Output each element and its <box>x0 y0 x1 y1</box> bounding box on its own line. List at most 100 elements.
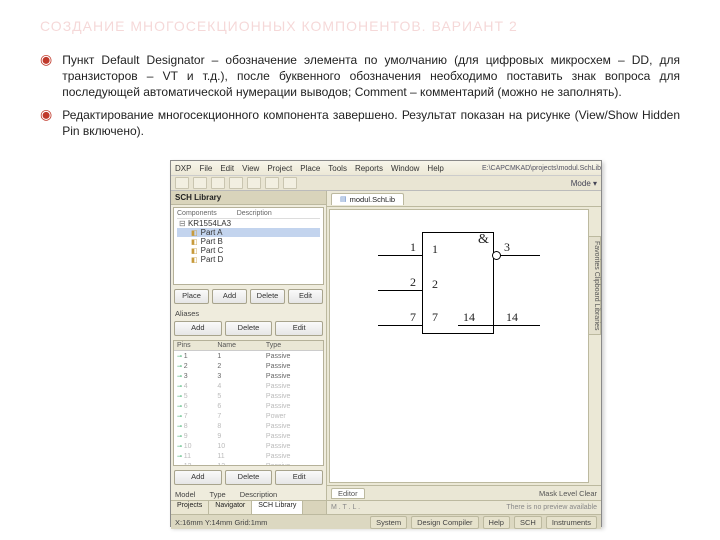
pin-label: 14 <box>506 310 518 325</box>
pins-table[interactable]: Pins Name Type 11Passive22Passive33Passi… <box>173 340 324 466</box>
status-system[interactable]: System <box>370 516 407 529</box>
inversion-bubble <box>492 251 501 260</box>
type-col2: Type <box>209 490 225 499</box>
pin-row[interactable]: 1111Passive <box>174 451 323 461</box>
pin-row[interactable]: 99Passive <box>174 431 323 441</box>
pin-line <box>458 325 540 326</box>
menu-view[interactable]: View <box>242 164 259 173</box>
part-icon <box>191 255 198 264</box>
tree-part-c[interactable]: Part C <box>177 246 320 255</box>
tab-projects[interactable]: Projects <box>171 501 209 514</box>
alias-delete-button[interactable]: Delete <box>225 321 273 336</box>
toolbar-btn[interactable] <box>283 177 297 189</box>
bullet-1: Пункт Default Designator – обозначение э… <box>62 52 680 101</box>
tab-schlib[interactable]: SCH Library <box>252 501 303 514</box>
toolbar: Mode ▾ <box>171 176 601 191</box>
pin-row[interactable]: 1212Passive <box>174 461 323 466</box>
add-button[interactable]: Add <box>212 289 247 304</box>
doc-tab[interactable]: modul.SchLib <box>331 193 404 205</box>
part-icon <box>191 246 198 255</box>
bullet-marker: ◉ <box>40 107 52 139</box>
pin-row[interactable]: 33Passive <box>174 371 323 381</box>
path-field: E:\CAPCMKAD\projects\modul.SchLib <box>482 165 601 172</box>
tree-part-b[interactable]: Part B <box>177 237 320 246</box>
toolbar-btn[interactable] <box>211 177 225 189</box>
alias-edit-button[interactable]: Edit <box>275 321 323 336</box>
pin-label: 7 <box>432 310 438 325</box>
part-icon <box>191 237 198 246</box>
statusbar: X:16mm Y:14mm Grid:1mm System Design Com… <box>171 514 601 529</box>
status-help[interactable]: Help <box>483 516 510 529</box>
status-design[interactable]: Design Compiler <box>411 516 478 529</box>
toolbar-btn[interactable] <box>175 177 189 189</box>
pin-row[interactable]: 88Passive <box>174 421 323 431</box>
status-sch[interactable]: SCH <box>514 516 542 529</box>
name-col: Name <box>214 341 263 351</box>
menu-file[interactable]: File <box>199 164 212 173</box>
center-area: modul.SchLib & 1 2 3 1 2 7 7 14 14 <box>327 191 601 514</box>
pin-label: 2 <box>410 275 416 290</box>
left-bottom-tabs[interactable]: Projects Navigator SCH Library <box>171 500 326 514</box>
left-panel: SCH Library Components Description KR155… <box>171 191 327 514</box>
pin-label: 1 <box>432 242 438 257</box>
menu-help[interactable]: Help <box>427 164 443 173</box>
menu-place[interactable]: Place <box>300 164 320 173</box>
toolbar-btn[interactable] <box>193 177 207 189</box>
tab-navigator[interactable]: Navigator <box>209 501 252 514</box>
mask-left: M . T . L . <box>331 504 360 511</box>
pin-label: 3 <box>504 240 510 255</box>
canvas[interactable]: & 1 2 3 1 2 7 7 14 14 <box>329 209 589 483</box>
components-tree[interactable]: Components Description KR1554LA3 Part A … <box>173 207 324 285</box>
pin-row[interactable]: 44Passive <box>174 381 323 391</box>
aliases-label: Aliases <box>171 306 326 319</box>
pin-row[interactable]: 55Passive <box>174 391 323 401</box>
status-instr[interactable]: Instruments <box>546 516 597 529</box>
pin-row[interactable]: 11Passive <box>174 351 323 362</box>
editor-tab[interactable]: Editor <box>331 488 365 499</box>
pin-row[interactable]: 66Passive <box>174 401 323 411</box>
tree-part-a[interactable]: Part A <box>177 228 320 237</box>
pins-col: Pins <box>174 341 214 351</box>
alias-add-button[interactable]: Add <box>174 321 222 336</box>
toolbar-btn[interactable] <box>265 177 279 189</box>
pin-edit-button[interactable]: Edit <box>275 470 323 485</box>
pin-row[interactable]: 77Power <box>174 411 323 421</box>
part-icon <box>191 228 198 237</box>
menu-dxp[interactable]: DXP <box>175 164 191 173</box>
app-window: DXP File Edit View Project Place Tools R… <box>170 160 602 527</box>
body-text: ◉ Пункт Default Designator – обозначение… <box>40 52 680 145</box>
pin-row[interactable]: 22Passive <box>174 361 323 371</box>
pin-label: 2 <box>432 277 438 292</box>
pin-line <box>378 290 422 291</box>
pin-line <box>378 255 422 256</box>
menu-window[interactable]: Window <box>391 164 419 173</box>
edit-button[interactable]: Edit <box>288 289 323 304</box>
tree-part-d[interactable]: Part D <box>177 255 320 264</box>
place-button[interactable]: Place <box>174 289 209 304</box>
model-col: Model <box>175 490 195 499</box>
menu-edit[interactable]: Edit <box>220 164 234 173</box>
pin-label: 14 <box>463 310 475 325</box>
pin-add-button[interactable]: Add <box>174 470 222 485</box>
component-symbol-amp: & <box>478 232 489 248</box>
type-col: Type <box>263 341 323 351</box>
bullet-marker: ◉ <box>40 52 52 101</box>
delete-button[interactable]: Delete <box>250 289 285 304</box>
pin-row[interactable]: 1010Passive <box>174 441 323 451</box>
tree-root[interactable]: KR1554LA3 <box>177 219 320 228</box>
menu-tools[interactable]: Tools <box>328 164 347 173</box>
pin-delete-button[interactable]: Delete <box>225 470 273 485</box>
pin-label: 7 <box>410 310 416 325</box>
menu-reports[interactable]: Reports <box>355 164 383 173</box>
document-tabs[interactable]: modul.SchLib <box>327 191 601 207</box>
right-vert-tabs[interactable]: Favorites Clipboard Libraries <box>588 236 601 335</box>
toolbar-btn[interactable] <box>229 177 243 189</box>
pin-label: 1 <box>410 240 416 255</box>
toolbar-btn[interactable] <box>247 177 261 189</box>
mask-level[interactable]: Mask Level Clear <box>539 489 597 498</box>
mode-dropdown[interactable]: Mode ▾ <box>571 179 597 188</box>
menu-project[interactable]: Project <box>267 164 292 173</box>
menubar[interactable]: DXP File Edit View Project Place Tools R… <box>171 161 601 176</box>
col-description: Description <box>237 210 272 217</box>
panel-title: SCH Library <box>171 191 326 205</box>
